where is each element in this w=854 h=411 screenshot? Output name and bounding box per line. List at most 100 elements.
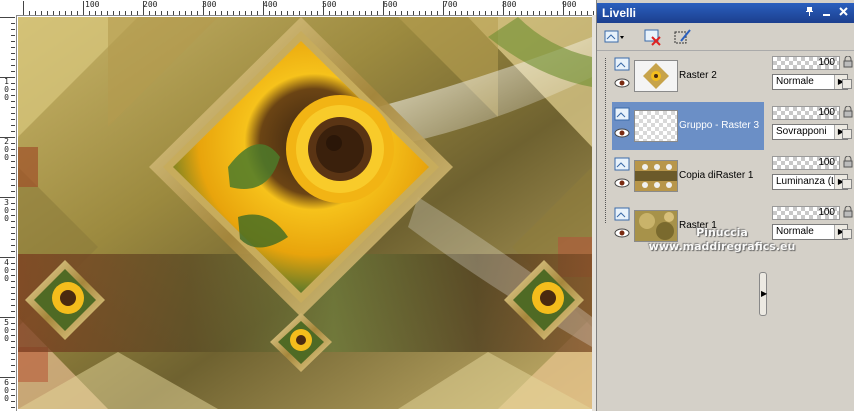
ruler-tick	[527, 11, 528, 15]
layer-row[interactable]: Gruppo - Raster 3	[612, 102, 764, 150]
ruler-tick	[101, 11, 102, 15]
ruler-tick	[377, 11, 378, 15]
ruler-tick	[389, 11, 390, 15]
close-icon[interactable]	[837, 6, 850, 19]
raster-layer-icon	[614, 207, 630, 221]
ruler-tick	[569, 11, 570, 15]
link-icon[interactable]	[842, 179, 852, 189]
ruler-tick	[275, 11, 276, 15]
ruler-tick	[113, 11, 114, 15]
ruler-tick	[287, 11, 288, 15]
ruler-tick	[203, 1, 204, 15]
ruler-tick	[11, 395, 15, 396]
ruler-tick	[11, 83, 15, 84]
delete-layer-icon[interactable]	[643, 27, 663, 47]
image-canvas[interactable]	[18, 17, 592, 409]
opacity-value: 100	[818, 107, 835, 118]
ruler-tick	[11, 281, 15, 282]
opacity-value: 100	[818, 207, 835, 218]
ruler-tick	[143, 1, 144, 15]
opacity-slider[interactable]: 100	[772, 206, 840, 220]
ruler-tick	[341, 11, 342, 15]
ruler-tick	[221, 11, 222, 15]
opacity-slider[interactable]: 100	[772, 156, 840, 170]
ruler-tick	[11, 47, 15, 48]
ruler-tick	[107, 11, 108, 15]
ruler-tick	[11, 89, 15, 90]
ruler-label: 200	[143, 0, 158, 9]
ruler-tick	[11, 389, 15, 390]
lock-icon[interactable]	[843, 155, 853, 168]
ruler-tick	[125, 11, 126, 15]
ruler-tick	[11, 221, 15, 222]
ruler-tick	[281, 11, 282, 15]
ruler-tick	[0, 377, 15, 378]
ruler-tick	[11, 299, 15, 300]
layer-row[interactable]: Raster 2	[612, 52, 764, 100]
lock-icon[interactable]	[843, 205, 853, 218]
ruler-tick	[29, 11, 30, 15]
palette-title-bar[interactable]: Livelli	[597, 3, 854, 23]
ruler-label: 100	[85, 0, 100, 9]
ruler-tick	[11, 191, 15, 192]
eye-icon[interactable]	[614, 178, 630, 188]
ruler-label: 6 0 0	[4, 378, 9, 403]
ruler-tick	[95, 11, 96, 15]
ruler-tick	[77, 11, 78, 15]
palette-splitter[interactable]: ▶	[759, 272, 767, 316]
ruler-tick	[179, 11, 180, 15]
ruler-tick	[419, 11, 420, 15]
ruler-tick	[353, 11, 354, 15]
watermark-line-2: www.maddiregrafics.eu	[648, 240, 796, 253]
ruler-tick	[257, 11, 258, 15]
link-icon[interactable]	[842, 229, 852, 239]
link-icon[interactable]	[842, 79, 852, 89]
ruler-tick	[11, 209, 15, 210]
mask-edit-icon[interactable]	[673, 27, 693, 47]
ruler-tick	[515, 11, 516, 15]
layer-tree-line	[605, 58, 607, 223]
ruler-tick	[563, 1, 564, 15]
ruler-tick	[359, 11, 360, 15]
ruler-tick	[245, 11, 246, 15]
ruler-tick	[11, 233, 15, 234]
ruler-tick	[0, 137, 15, 138]
ruler-tick	[365, 11, 366, 15]
new-layer-icon[interactable]	[603, 27, 624, 47]
ruler-label: 5 0 0	[4, 318, 9, 343]
eye-icon[interactable]	[614, 78, 630, 88]
ruler-tick	[11, 335, 15, 336]
ruler-tick	[11, 311, 15, 312]
blend-mode-select[interactable]: Luminanza (L) ▶	[772, 174, 848, 190]
ruler-tick	[11, 383, 15, 384]
blend-mode-select[interactable]: Normale ▶	[772, 74, 848, 90]
ruler-tick	[11, 293, 15, 294]
ruler-tick	[491, 11, 492, 15]
ruler-tick	[53, 11, 54, 15]
ruler-tick	[305, 11, 306, 15]
ruler-tick	[449, 11, 450, 15]
lock-icon[interactable]	[843, 55, 853, 68]
ruler-tick	[11, 323, 15, 324]
layer-name: Raster 2	[679, 70, 717, 81]
minimize-icon[interactable]	[820, 6, 833, 19]
lock-icon[interactable]	[843, 105, 853, 118]
opacity-slider[interactable]: 100	[772, 56, 840, 70]
link-icon[interactable]	[842, 129, 852, 139]
ruler-tick	[149, 11, 150, 15]
ruler-label: 400	[263, 0, 278, 9]
layer-properties: 100 Normale ▶ 100 Sovrapponi ▶ 100 Luminan…	[770, 52, 854, 252]
eye-icon[interactable]	[614, 128, 630, 138]
ruler-tick	[71, 11, 72, 15]
ruler-tick	[443, 1, 444, 15]
opacity-slider[interactable]: 100	[772, 106, 840, 120]
blend-mode-select[interactable]: Sovrapponi ▶	[772, 124, 848, 140]
ruler-tick	[233, 11, 234, 15]
pin-icon[interactable]	[803, 6, 816, 19]
ruler-tick	[0, 317, 15, 318]
artwork	[18, 17, 592, 409]
ruler-tick	[227, 11, 228, 15]
opacity-value: 100	[818, 57, 835, 68]
layer-row[interactable]: Copia diRaster 1	[612, 152, 764, 200]
ruler-tick	[383, 1, 384, 15]
